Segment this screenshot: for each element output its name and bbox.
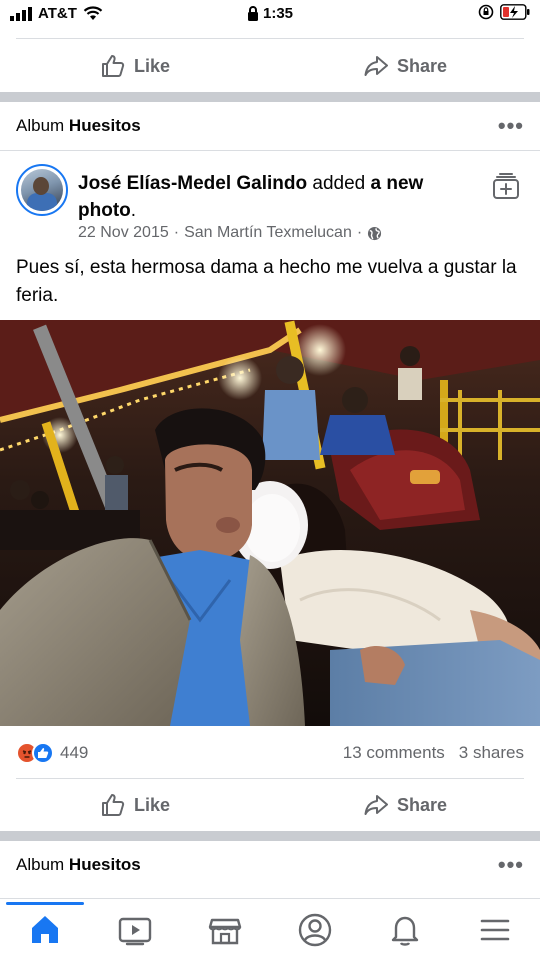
album-title: Album Huesitos <box>16 855 141 875</box>
album-prefix: Album <box>16 855 65 874</box>
nav-watch[interactable] <box>90 899 180 960</box>
post-photo[interactable] <box>0 320 540 726</box>
author-name[interactable]: José Elías-Medel Galindo <box>78 173 307 194</box>
nav-menu[interactable] <box>450 899 540 960</box>
feed-separator <box>0 831 540 841</box>
menu-icon <box>480 919 510 940</box>
album-header[interactable]: Album Huesitos ••• <box>0 102 540 150</box>
avatar-image <box>21 169 63 211</box>
like-label: Like <box>133 55 171 76</box>
marketplace-icon <box>208 918 242 944</box>
post-meta: 22 Nov 2015 · San Martín Texmelucan · <box>78 224 382 242</box>
status-bar-center: 1:35 <box>0 5 540 22</box>
more-options-icon[interactable]: ••• <box>498 852 524 878</box>
action-text: added <box>307 173 371 194</box>
photo-illustration <box>0 320 540 726</box>
top-divider <box>16 38 524 39</box>
reactions-row: 449 13 comments 3 shares <box>0 736 540 770</box>
lock-icon <box>247 6 258 21</box>
album-divider <box>0 150 540 151</box>
battery-icon <box>500 4 530 20</box>
status-time: 1:35 <box>262 5 294 22</box>
status-bar: AT&T 1:35 <box>0 0 540 28</box>
post-author-line: José Elías-Medel Galindo added a new pho… <box>78 170 468 224</box>
comments-count[interactable]: 13 comments <box>343 743 445 763</box>
globe-icon <box>368 226 382 240</box>
like-button[interactable]: Like <box>0 40 270 92</box>
home-icon <box>32 915 58 943</box>
share-label: Share <box>396 794 448 815</box>
meta-separator: · <box>173 224 180 241</box>
share-arrow-icon <box>364 56 388 76</box>
nav-profile[interactable] <box>270 899 360 960</box>
album-title: Album Huesitos <box>16 116 141 136</box>
profile-icon <box>298 913 332 946</box>
reaction-icons <box>16 742 54 764</box>
nav-marketplace[interactable] <box>180 899 270 960</box>
notifications-icon <box>391 916 419 946</box>
reaction-count: 449 <box>60 743 89 762</box>
engagement-counts: 13 comments 3 shares <box>343 743 524 763</box>
more-options-icon[interactable]: ••• <box>498 113 524 139</box>
post-date[interactable]: 22 Nov 2015 <box>78 224 169 242</box>
nav-notifications[interactable] <box>360 899 450 960</box>
nav-home[interactable] <box>0 899 90 960</box>
share-button[interactable]: Share <box>270 779 540 831</box>
orientation-lock-icon <box>478 4 494 20</box>
post-header: José Elías-Medel Galindo added a new pho… <box>0 162 540 248</box>
meta-separator: · <box>356 224 363 241</box>
action-end: . <box>130 200 137 221</box>
album-header[interactable]: Album Huesitos ••• <box>0 841 540 889</box>
previous-post-actions: Like Share <box>0 40 540 92</box>
album-name[interactable]: Huesitos <box>69 116 141 135</box>
album-name[interactable]: Huesitos <box>69 855 141 874</box>
feed-separator <box>0 92 540 102</box>
status-bar-right <box>478 4 530 20</box>
post-actions: Like Share <box>0 779 540 831</box>
post-location[interactable]: San Martín Texmelucan <box>184 224 352 242</box>
share-arrow-icon <box>364 795 388 815</box>
album-prefix: Album <box>16 116 65 135</box>
post-text: Pues sí, esta hermosa dama a hecho me vu… <box>16 257 517 306</box>
save-collection-icon[interactable] <box>492 172 520 200</box>
reaction-summary[interactable]: 449 <box>16 742 88 764</box>
share-button[interactable]: Share <box>270 40 540 92</box>
like-button[interactable]: Like <box>0 779 270 831</box>
bottom-nav <box>0 898 540 960</box>
thumbs-up-icon <box>101 794 125 816</box>
watch-icon <box>118 917 152 945</box>
share-label: Share <box>396 55 448 76</box>
like-reaction-icon <box>32 742 54 764</box>
author-avatar[interactable] <box>16 164 68 216</box>
like-label: Like <box>133 794 171 815</box>
shares-count[interactable]: 3 shares <box>459 743 524 763</box>
thumbs-up-icon <box>101 55 125 77</box>
